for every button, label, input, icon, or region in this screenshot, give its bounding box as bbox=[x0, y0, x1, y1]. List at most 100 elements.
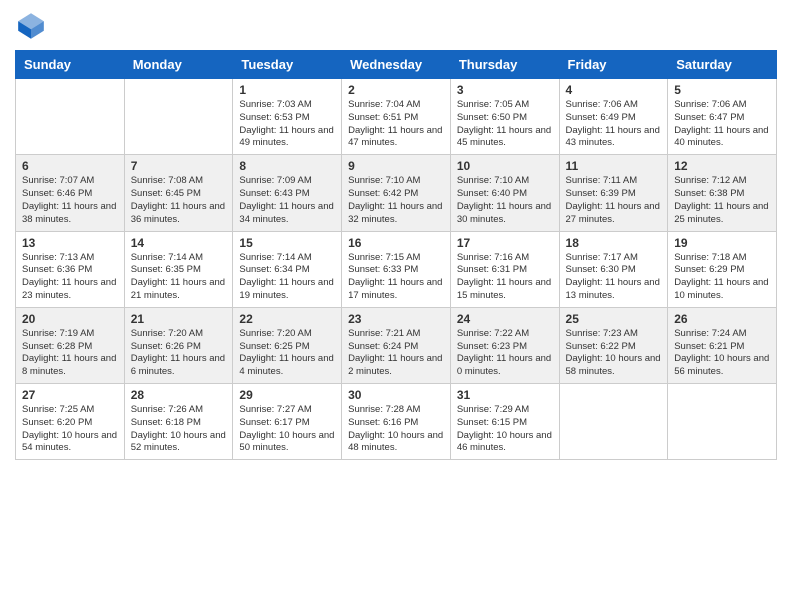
calendar-day-cell: 12Sunrise: 7:12 AM Sunset: 6:38 PM Dayli… bbox=[668, 155, 777, 231]
day-info: Sunrise: 7:27 AM Sunset: 6:17 PM Dayligh… bbox=[239, 404, 335, 455]
day-number: 30 bbox=[348, 388, 444, 402]
calendar-day-header: Saturday bbox=[668, 51, 777, 79]
day-number: 15 bbox=[239, 236, 335, 250]
calendar-day-cell bbox=[16, 79, 125, 155]
day-info: Sunrise: 7:05 AM Sunset: 6:50 PM Dayligh… bbox=[457, 99, 553, 150]
day-number: 29 bbox=[239, 388, 335, 402]
day-info: Sunrise: 7:20 AM Sunset: 6:25 PM Dayligh… bbox=[239, 328, 335, 379]
day-info: Sunrise: 7:10 AM Sunset: 6:42 PM Dayligh… bbox=[348, 175, 444, 226]
calendar-day-cell: 30 Sunrise: 7:28 AM Sunset: 6:16 PM Dayli… bbox=[342, 384, 451, 460]
calendar-day-cell: 7 Sunrise: 7:08 AM Sunset: 6:45 PM Daylig… bbox=[124, 155, 233, 231]
day-info: Sunrise: 7:08 AM Sunset: 6:45 PM Dayligh… bbox=[131, 175, 227, 226]
calendar-day-header: Tuesday bbox=[233, 51, 342, 79]
header bbox=[15, 10, 777, 42]
day-info: Sunrise: 7:16 AM Sunset: 6:31 PM Dayligh… bbox=[457, 252, 553, 303]
day-info: Sunrise: 7:07 AM Sunset: 6:46 PM Dayligh… bbox=[22, 175, 118, 226]
day-info: Sunrise: 7:14 AM Sunset: 6:34 PM Dayligh… bbox=[239, 252, 335, 303]
logo-icon bbox=[15, 10, 47, 42]
calendar-day-cell: 14 Sunrise: 7:14 AM Sunset: 6:35 PM Dayli… bbox=[124, 231, 233, 307]
calendar-day-cell: 29 Sunrise: 7:27 AM Sunset: 6:17 PM Dayli… bbox=[233, 384, 342, 460]
calendar-day-cell: 26 Sunrise: 7:24 AM Sunset: 6:21 PM Dayli… bbox=[668, 307, 777, 383]
calendar-day-cell: 17 Sunrise: 7:16 AM Sunset: 6:31 PM Dayli… bbox=[450, 231, 559, 307]
calendar-day-cell: 1 Sunrise: 7:03 AM Sunset: 6:53 PM Daylig… bbox=[233, 79, 342, 155]
day-number: 7 bbox=[131, 159, 227, 173]
calendar-header-row: SundayMondayTuesdayWednesdayThursdayFrid… bbox=[16, 51, 777, 79]
day-number: 16 bbox=[348, 236, 444, 250]
calendar-day-header: Thursday bbox=[450, 51, 559, 79]
calendar-day-cell: 28 Sunrise: 7:26 AM Sunset: 6:18 PM Dayli… bbox=[124, 384, 233, 460]
day-number: 9 bbox=[348, 159, 444, 173]
calendar-day-cell: 5 Sunrise: 7:06 AM Sunset: 6:47 PM Daylig… bbox=[668, 79, 777, 155]
day-number: 5 bbox=[674, 83, 770, 97]
calendar-day-cell: 24Sunrise: 7:22 AM Sunset: 6:23 PM Dayli… bbox=[450, 307, 559, 383]
day-number: 8 bbox=[239, 159, 335, 173]
calendar-day-cell: 19 Sunrise: 7:18 AM Sunset: 6:29 PM Dayli… bbox=[668, 231, 777, 307]
day-info: Sunrise: 7:21 AM Sunset: 6:24 PM Dayligh… bbox=[348, 328, 444, 379]
calendar-day-cell: 6 Sunrise: 7:07 AM Sunset: 6:46 PM Daylig… bbox=[16, 155, 125, 231]
day-number: 17 bbox=[457, 236, 553, 250]
day-info: Sunrise: 7:04 AM Sunset: 6:51 PM Dayligh… bbox=[348, 99, 444, 150]
day-info: Sunrise: 7:25 AM Sunset: 6:20 PM Dayligh… bbox=[22, 404, 118, 455]
calendar-day-header: Monday bbox=[124, 51, 233, 79]
day-info: Sunrise: 7:06 AM Sunset: 6:49 PM Dayligh… bbox=[566, 99, 662, 150]
calendar-table: SundayMondayTuesdayWednesdayThursdayFrid… bbox=[15, 50, 777, 460]
day-info: Sunrise: 7:13 AM Sunset: 6:36 PM Dayligh… bbox=[22, 252, 118, 303]
day-number: 14 bbox=[131, 236, 227, 250]
calendar-day-cell: 18 Sunrise: 7:17 AM Sunset: 6:30 PM Dayli… bbox=[559, 231, 668, 307]
day-number: 4 bbox=[566, 83, 662, 97]
day-info: Sunrise: 7:24 AM Sunset: 6:21 PM Dayligh… bbox=[674, 328, 770, 379]
day-info: Sunrise: 7:22 AM Sunset: 6:23 PM Dayligh… bbox=[457, 328, 553, 379]
day-info: Sunrise: 7:19 AM Sunset: 6:28 PM Dayligh… bbox=[22, 328, 118, 379]
calendar-week-row: 20 Sunrise: 7:19 AM Sunset: 6:28 PM Dayli… bbox=[16, 307, 777, 383]
calendar-day-cell: 21Sunrise: 7:20 AM Sunset: 6:26 PM Dayli… bbox=[124, 307, 233, 383]
day-number: 22 bbox=[239, 312, 335, 326]
calendar-day-cell bbox=[668, 384, 777, 460]
day-number: 28 bbox=[131, 388, 227, 402]
day-info: Sunrise: 7:28 AM Sunset: 6:16 PM Dayligh… bbox=[348, 404, 444, 455]
day-number: 11 bbox=[566, 159, 662, 173]
calendar-day-cell: 27Sunrise: 7:25 AM Sunset: 6:20 PM Dayli… bbox=[16, 384, 125, 460]
day-number: 25 bbox=[566, 312, 662, 326]
day-number: 23 bbox=[348, 312, 444, 326]
day-number: 20 bbox=[22, 312, 118, 326]
calendar-week-row: 1 Sunrise: 7:03 AM Sunset: 6:53 PM Daylig… bbox=[16, 79, 777, 155]
day-info: Sunrise: 7:23 AM Sunset: 6:22 PM Dayligh… bbox=[566, 328, 662, 379]
day-number: 12 bbox=[674, 159, 770, 173]
calendar-week-row: 6 Sunrise: 7:07 AM Sunset: 6:46 PM Daylig… bbox=[16, 155, 777, 231]
day-info: Sunrise: 7:06 AM Sunset: 6:47 PM Dayligh… bbox=[674, 99, 770, 150]
calendar-day-cell bbox=[559, 384, 668, 460]
day-number: 18 bbox=[566, 236, 662, 250]
calendar-day-header: Sunday bbox=[16, 51, 125, 79]
day-info: Sunrise: 7:29 AM Sunset: 6:15 PM Dayligh… bbox=[457, 404, 553, 455]
calendar-day-cell: 25 Sunrise: 7:23 AM Sunset: 6:22 PM Dayli… bbox=[559, 307, 668, 383]
day-number: 3 bbox=[457, 83, 553, 97]
day-number: 13 bbox=[22, 236, 118, 250]
day-info: Sunrise: 7:18 AM Sunset: 6:29 PM Dayligh… bbox=[674, 252, 770, 303]
calendar-day-header: Wednesday bbox=[342, 51, 451, 79]
day-info: Sunrise: 7:26 AM Sunset: 6:18 PM Dayligh… bbox=[131, 404, 227, 455]
day-info: Sunrise: 7:17 AM Sunset: 6:30 PM Dayligh… bbox=[566, 252, 662, 303]
day-number: 19 bbox=[674, 236, 770, 250]
page: SundayMondayTuesdayWednesdayThursdayFrid… bbox=[0, 0, 792, 612]
day-number: 6 bbox=[22, 159, 118, 173]
calendar-day-cell: 10 Sunrise: 7:10 AM Sunset: 6:40 PM Dayli… bbox=[450, 155, 559, 231]
day-info: Sunrise: 7:14 AM Sunset: 6:35 PM Dayligh… bbox=[131, 252, 227, 303]
calendar-day-cell: 13 Sunrise: 7:13 AM Sunset: 6:36 PM Dayli… bbox=[16, 231, 125, 307]
day-info: Sunrise: 7:11 AM Sunset: 6:39 PM Dayligh… bbox=[566, 175, 662, 226]
day-number: 2 bbox=[348, 83, 444, 97]
calendar-day-cell: 16Sunrise: 7:15 AM Sunset: 6:33 PM Dayli… bbox=[342, 231, 451, 307]
day-info: Sunrise: 7:20 AM Sunset: 6:26 PM Dayligh… bbox=[131, 328, 227, 379]
calendar-week-row: 27Sunrise: 7:25 AM Sunset: 6:20 PM Dayli… bbox=[16, 384, 777, 460]
calendar-day-cell bbox=[124, 79, 233, 155]
calendar-day-cell: 3 Sunrise: 7:05 AM Sunset: 6:50 PM Daylig… bbox=[450, 79, 559, 155]
calendar-day-cell: 2 Sunrise: 7:04 AM Sunset: 6:51 PM Daylig… bbox=[342, 79, 451, 155]
day-number: 1 bbox=[239, 83, 335, 97]
calendar-day-cell: 22 Sunrise: 7:20 AM Sunset: 6:25 PM Dayli… bbox=[233, 307, 342, 383]
calendar-day-cell: 20 Sunrise: 7:19 AM Sunset: 6:28 PM Dayli… bbox=[16, 307, 125, 383]
day-info: Sunrise: 7:10 AM Sunset: 6:40 PM Dayligh… bbox=[457, 175, 553, 226]
day-number: 10 bbox=[457, 159, 553, 173]
day-number: 26 bbox=[674, 312, 770, 326]
day-info: Sunrise: 7:03 AM Sunset: 6:53 PM Dayligh… bbox=[239, 99, 335, 150]
calendar-day-cell: 11 Sunrise: 7:11 AM Sunset: 6:39 PM Dayli… bbox=[559, 155, 668, 231]
day-info: Sunrise: 7:09 AM Sunset: 6:43 PM Dayligh… bbox=[239, 175, 335, 226]
